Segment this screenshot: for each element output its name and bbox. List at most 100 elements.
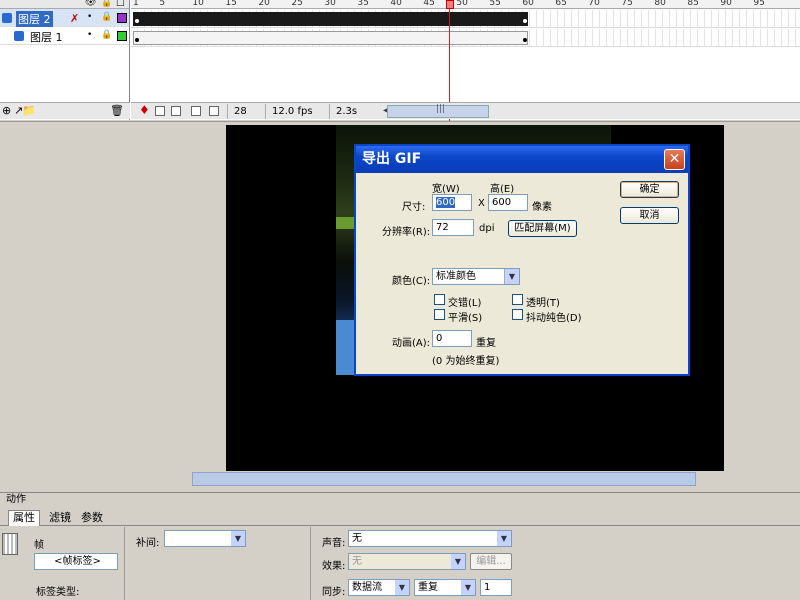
resolution-input[interactable]: 72: [432, 219, 474, 236]
frame-row-layer-2[interactable]: [131, 10, 800, 28]
modify-markers-icon[interactable]: [209, 106, 219, 116]
frame-label-input[interactable]: <帧标签>: [34, 553, 118, 570]
dither-checkbox[interactable]: [512, 309, 523, 320]
eye-icon[interactable]: 👁: [85, 0, 96, 8]
layer-name[interactable]: 图层 1: [30, 29, 63, 45]
interlace-checkbox[interactable]: [434, 294, 445, 305]
frame-ruler-tick: 40: [390, 0, 402, 8]
smooth-checkbox[interactable]: [434, 309, 445, 320]
layer-name[interactable]: 图层 2: [16, 11, 53, 27]
sync-select[interactable]: 数据流 ▼: [348, 579, 410, 596]
chevron-down-icon[interactable]: ▼: [497, 531, 511, 546]
edit-button[interactable]: 编辑...: [470, 553, 512, 570]
onion-outline-icon[interactable]: [171, 106, 181, 116]
sound-select[interactable]: 无 ▼: [348, 530, 512, 547]
playhead[interactable]: [446, 0, 454, 9]
keyframe[interactable]: [523, 38, 527, 42]
label-type-label: 标签类型:: [36, 587, 80, 598]
height-label: 高(E): [490, 184, 515, 195]
effect-label: 效果:: [322, 561, 346, 572]
frame-ruler-tick: 75: [621, 0, 633, 8]
lock-icon[interactable]: 🔒: [101, 0, 112, 8]
color-select[interactable]: 标准颜色 ▼: [432, 268, 520, 285]
keyframe[interactable]: [523, 19, 527, 23]
resolution-label: 分辨率(R):: [382, 227, 431, 238]
frame-ruler-tick: 60: [522, 0, 534, 8]
frame-thumbnail-icon: [2, 533, 18, 555]
tab-parameters[interactable]: 参数: [76, 510, 108, 526]
chevron-down-icon[interactable]: ▼: [461, 580, 475, 595]
chevron-down-icon[interactable]: ▼: [451, 554, 465, 569]
export-gif-dialog: 导出 GIF ✕ 宽(W) 高(E) 尺寸: 600 X 600 像素 分辨率(…: [354, 144, 690, 376]
keyframe[interactable]: [135, 38, 139, 42]
add-folder-icon[interactable]: 📁: [22, 104, 36, 117]
onion-skin-icon[interactable]: [155, 106, 165, 116]
effect-select[interactable]: 无 ▼: [348, 553, 466, 570]
elapsed-time: 2.3s: [329, 104, 379, 119]
outline-color-swatch[interactable]: [117, 13, 127, 23]
outline-color-swatch[interactable]: [117, 31, 127, 41]
lock-toggle-icon[interactable]: 🔒: [101, 30, 112, 40]
frame-ruler-tick: 70: [588, 0, 600, 8]
lock-toggle-icon[interactable]: 🔒: [101, 12, 112, 22]
actions-panel-title[interactable]: 动作: [6, 494, 26, 505]
trash-icon[interactable]: 🗑: [110, 104, 124, 117]
height-input[interactable]: 600: [488, 194, 528, 211]
match-screen-button[interactable]: 匹配屏幕(M): [508, 220, 577, 237]
transparent-checkbox[interactable]: [512, 294, 523, 305]
visibility-dot[interactable]: •: [87, 30, 92, 40]
smooth-label: 平滑(S): [448, 313, 483, 324]
tween-select[interactable]: ▼: [164, 530, 246, 547]
timeline: 👁 🔒 □ 图层 2 ✗ • 🔒 图层 1 • 🔒 ⊕ ↗ 📁 🗑 1 5 10 15…: [0, 0, 800, 121]
cancel-button[interactable]: 取消: [620, 207, 679, 224]
width-input[interactable]: 600: [432, 194, 472, 211]
photo-water: [336, 320, 354, 375]
frame-label: 帧: [34, 540, 44, 551]
frame-span[interactable]: [133, 12, 528, 26]
frame-span[interactable]: [133, 31, 528, 45]
size-separator: X: [478, 198, 485, 209]
visibility-dot[interactable]: •: [87, 12, 92, 22]
repeat-hint: (0 为始终重复): [432, 356, 500, 367]
frame-ruler-tick: 45: [423, 0, 435, 8]
frame-ruler-tick: 80: [654, 0, 666, 8]
repeat-label: 重复: [476, 338, 496, 349]
chevron-down-icon[interactable]: ▼: [504, 269, 519, 284]
photo-grass: [336, 217, 356, 229]
frame-ruler-tick: 65: [555, 0, 567, 8]
frame-ruler[interactable]: 1 5 10 15 20 25 30 35 40 45 50 55 60 65 70 75 80 85 90 95: [131, 0, 800, 9]
frame-rate[interactable]: 12.0 fps: [265, 104, 329, 119]
interlace-label: 交错(L): [448, 298, 482, 309]
edit-multiple-frames-icon[interactable]: [191, 106, 201, 116]
center-frame-icon[interactable]: ♦: [139, 103, 150, 117]
close-icon[interactable]: ✕: [664, 149, 685, 170]
layer-panel: 👁 🔒 □ 图层 2 ✗ • 🔒 图层 1 • 🔒 ⊕ ↗ 📁 🗑: [0, 0, 130, 120]
frame-ruler-tick: 85: [687, 0, 699, 8]
size-label: 尺寸:: [402, 202, 426, 213]
timeline-scrollbar[interactable]: |||: [387, 104, 489, 118]
ok-button[interactable]: 确定: [620, 181, 679, 198]
actions-panel-header[interactable]: 动作: [0, 492, 800, 507]
chevron-down-icon[interactable]: ▼: [395, 580, 409, 595]
frame-ruler-tick: 25: [291, 0, 303, 8]
tab-filters[interactable]: 滤镜: [44, 510, 76, 526]
repeat-count-input[interactable]: 1: [480, 579, 512, 596]
tab-properties[interactable]: 属性: [8, 510, 40, 526]
frame-ruler-tick: 20: [258, 0, 270, 8]
pencil-icon: ✗: [70, 12, 80, 25]
frame-row-layer-1[interactable]: [131, 29, 800, 47]
panel-divider: [124, 527, 125, 600]
chevron-down-icon[interactable]: ▼: [231, 531, 245, 546]
animation-input[interactable]: 0: [432, 330, 472, 347]
frames-area[interactable]: 1 5 10 15 20 25 30 35 40 45 50 55 60 65 70 75 80 85 90 95 ♦…: [131, 0, 800, 121]
stage-horizontal-scrollbar[interactable]: [192, 472, 696, 486]
add-layer-icon[interactable]: ⊕: [2, 104, 11, 117]
outline-icon[interactable]: □: [116, 0, 125, 8]
layer-row-1[interactable]: 图层 1 • 🔒: [0, 27, 129, 45]
keyframe[interactable]: [135, 19, 139, 23]
layer-type-icon: [2, 13, 12, 23]
layer-row-2[interactable]: 图层 2 ✗ • 🔒: [0, 9, 129, 27]
properties-panel: 帧 <帧标签> 标签类型: 补间: ▼ 声音: 无 ▼ 效果: 无 ▼ 编辑... …: [0, 527, 800, 600]
timeline-status-bar: ♦ 28 12.0 fps 2.3s ◀ |||: [131, 102, 800, 119]
repeat-select[interactable]: 重复 ▼: [414, 579, 476, 596]
